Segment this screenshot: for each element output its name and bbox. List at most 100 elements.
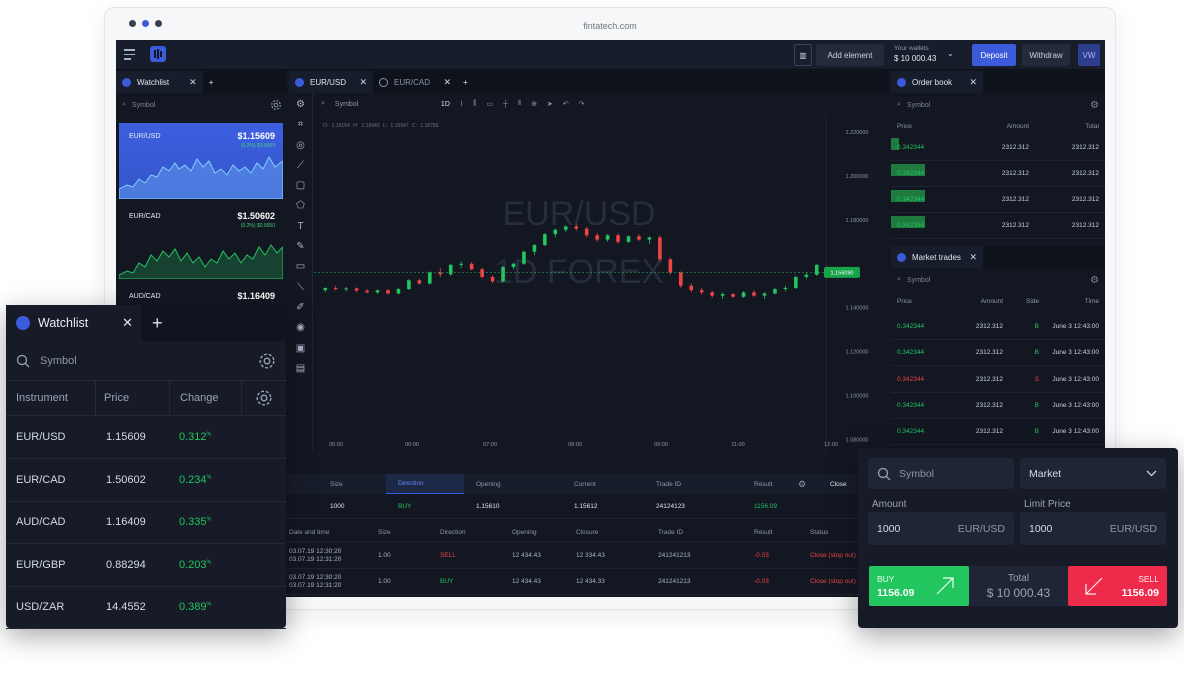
interval-select[interactable]: 1D: [441, 101, 450, 108]
order-book-search[interactable]: ⌕ Symbol ⚙: [897, 94, 1099, 116]
pencil-icon[interactable]: ✐: [296, 302, 304, 313]
sell-button[interactable]: SELL 1156.09: [1068, 566, 1167, 606]
watchlist-row[interactable]: USD/ZAR 14.4552 0.389%: [6, 586, 286, 630]
tab-market-trades[interactable]: Market trades ✕: [891, 246, 983, 268]
watchlist-row[interactable]: EUR/CAD 1.50602 0.234%: [6, 459, 286, 502]
watchlist-row[interactable]: EUR/GBP 0.88294 0.203%: [6, 544, 286, 587]
deposit-button[interactable]: Deposit: [972, 44, 1016, 66]
rectangle-icon[interactable]: ▢: [296, 180, 305, 191]
crosshair-icon[interactable]: ⌗: [298, 119, 304, 130]
tab-watchlist[interactable]: Watchlist ✕: [6, 305, 141, 341]
add-tab-icon[interactable]: +: [142, 305, 202, 341]
amount-input[interactable]: 1000 EUR/USD: [868, 512, 1014, 545]
cursor-icon[interactable]: ➤: [547, 100, 553, 108]
watchlist-row[interactable]: EUR/USD 1.15609 0.312%: [6, 416, 286, 459]
amount-unit: EUR/USD: [957, 522, 1005, 535]
add-element-button[interactable]: Add element: [816, 44, 884, 66]
close-icon[interactable]: ✕: [443, 77, 451, 88]
gear-icon[interactable]: [270, 99, 282, 111]
chevron-down-icon[interactable]: ⌄: [947, 49, 954, 58]
wallets-value[interactable]: $ 10 000.43: [894, 54, 936, 63]
eye-icon[interactable]: ◉: [296, 322, 305, 333]
search-input[interactable]: Symbol: [132, 102, 155, 109]
x-tick-label: 08:00: [568, 442, 582, 448]
ruler-icon[interactable]: ⟍: [297, 282, 304, 293]
watchlist-card[interactable]: EUR/USD $1.15609 (0.2%) $0.0009: [119, 123, 283, 199]
address-bar[interactable]: fintatech.com: [105, 21, 1115, 31]
template-icon[interactable]: ▭: [487, 100, 494, 108]
market-trade-row[interactable]: 0.342344 2312.312 B June 3 12:43:00: [891, 393, 1105, 419]
watchlist-mini-search[interactable]: ⌕ Symbol: [122, 94, 282, 116]
close-icon[interactable]: ✕: [969, 77, 977, 88]
tab-label: Watchlist: [38, 316, 89, 330]
close-icon[interactable]: ✕: [189, 77, 197, 88]
brush-icon[interactable]: ✎: [296, 241, 304, 252]
close-icon[interactable]: ✕: [359, 77, 367, 88]
close-icon[interactable]: ✕: [969, 252, 977, 263]
gear-icon[interactable]: [258, 352, 276, 370]
tab-eur-usd[interactable]: EUR/USD ✕: [289, 71, 373, 93]
menu-icon[interactable]: [124, 49, 135, 60]
gear-icon[interactable]: ⚙: [798, 479, 828, 490]
search-input[interactable]: Symbol: [907, 277, 930, 284]
adjust-icon[interactable]: ⫴: [518, 100, 521, 108]
y-tick-label: 1.100000: [846, 394, 869, 400]
col-result: Result: [754, 480, 773, 488]
gear-icon[interactable]: ⚙: [1090, 275, 1099, 286]
order-book-row[interactable]: 0.342344 2312.312 2312.312: [891, 213, 1105, 239]
tab-eur-cad[interactable]: EUR/CAD ✕: [373, 71, 457, 93]
undo-icon[interactable]: ↶: [563, 100, 569, 108]
redo-icon[interactable]: ↷: [579, 100, 585, 108]
limit-price-input[interactable]: 1000 EUR/USD: [1020, 512, 1166, 545]
order-symbol-input[interactable]: Symbol: [868, 458, 1014, 489]
candles-icon[interactable]: ⫼: [473, 100, 476, 108]
lock-icon[interactable]: ▣: [296, 343, 305, 354]
compare-icon[interactable]: ┼: [503, 101, 508, 108]
order-book-row[interactable]: 0.342344 2312.312 2312.312: [891, 161, 1105, 187]
gear-icon[interactable]: [255, 389, 273, 407]
cell-size: 1000: [330, 503, 345, 510]
candle: [637, 234, 641, 241]
watchlist-row[interactable]: AUD/CAD 1.16409 0.335%: [6, 501, 286, 545]
cell-amount: 2312.312: [975, 323, 1003, 330]
add-tab-icon[interactable]: +: [457, 71, 474, 93]
candlestick-chart[interactable]: EUR/USD 1D FOREX 1.220000 1.200000 1.18000…: [314, 115, 889, 451]
order-type-select[interactable]: Market: [1020, 458, 1166, 489]
market-trade-row[interactable]: 0.342344 2312.312 B June 3 12:43:00: [891, 340, 1105, 367]
tab-label: Market trades: [912, 252, 961, 262]
add-tab-icon[interactable]: +: [203, 71, 220, 93]
target-icon[interactable]: ◎: [296, 140, 305, 151]
watchlist-card[interactable]: EUR/CAD $1.50602 (0.2%) $0.0050: [119, 203, 283, 279]
col-direction[interactable]: Direction: [386, 474, 464, 494]
tab-order-book[interactable]: Order book ✕: [891, 71, 983, 93]
search-input[interactable]: Symbol: [907, 102, 930, 109]
search-input[interactable]: Symbol: [40, 355, 77, 367]
indicator-icon[interactable]: ⌇: [460, 100, 463, 108]
market-trade-row[interactable]: 0.342344 2312.312 B June 3 12:43:00: [891, 314, 1105, 340]
market-trade-row[interactable]: 0.342344 2312.312 S June 3 12:43:00: [891, 367, 1105, 393]
order-book-row[interactable]: 0.342344 2312.312 2312.312: [891, 187, 1105, 213]
market-trades-search[interactable]: ⌕ Symbol ⚙: [897, 269, 1099, 291]
text-icon[interactable]: T: [297, 221, 303, 232]
gear-icon[interactable]: ⚙: [1090, 100, 1099, 111]
trash-icon[interactable]: ▤: [296, 363, 305, 374]
buy-button[interactable]: BUY 1156.09: [869, 566, 969, 606]
cell-amount: 2312.312: [975, 349, 1003, 357]
withdraw-button[interactable]: Withdraw: [1022, 44, 1070, 66]
symbol-search-input[interactable]: Symbol: [335, 101, 431, 108]
gear-icon[interactable]: ⚙: [296, 99, 305, 110]
watchlist-panel-search[interactable]: Symbol: [6, 341, 286, 381]
trendline-icon[interactable]: ⟋: [297, 160, 304, 171]
candle: [344, 286, 348, 292]
tab-watchlist[interactable]: Watchlist ✕: [116, 71, 203, 93]
order-book-row[interactable]: 0.342344 2312.312 2312.312: [891, 135, 1105, 161]
avatar[interactable]: VW: [1078, 44, 1100, 66]
close-icon[interactable]: ✕: [122, 315, 133, 331]
close-all-button[interactable]: Close: [828, 481, 847, 488]
chart-tabs: EUR/USD ✕ EUR/CAD ✕ +: [289, 71, 889, 93]
zoom-icon[interactable]: ⊕: [531, 100, 537, 108]
market-trade-row[interactable]: 0.342344 2312.312 B June 3 12:43:00: [891, 419, 1105, 446]
comment-icon[interactable]: ▭: [296, 261, 305, 272]
layout-icon[interactable]: ▥: [794, 44, 812, 66]
pentagon-icon[interactable]: ⬠: [296, 200, 305, 211]
